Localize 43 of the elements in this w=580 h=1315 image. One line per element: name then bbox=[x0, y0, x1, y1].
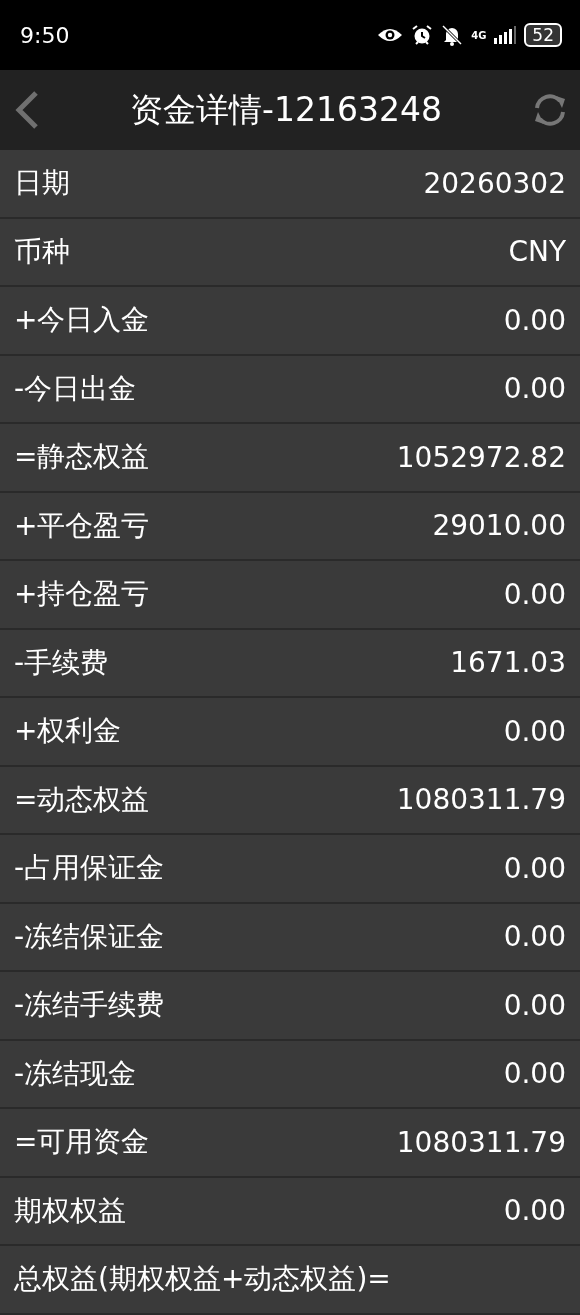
row-value: 29010.00 bbox=[432, 509, 566, 543]
row-label: 币种 bbox=[14, 233, 70, 270]
row-value: 1080311.79 bbox=[396, 1125, 566, 1159]
refresh-icon[interactable] bbox=[532, 92, 568, 128]
back-icon[interactable] bbox=[14, 90, 40, 130]
row-label: -占用保证金 bbox=[14, 850, 165, 887]
row-label: =可用资金 bbox=[14, 1124, 150, 1161]
row-value: 1671.03 bbox=[450, 646, 566, 680]
row-value: 0.00 bbox=[503, 988, 566, 1022]
row-label: -冻结现金 bbox=[14, 1055, 137, 1092]
signal-icon bbox=[494, 26, 517, 44]
row-value: 0.00 bbox=[503, 1194, 566, 1228]
row-label: -冻结保证金 bbox=[14, 918, 165, 955]
row-value: CNY bbox=[508, 235, 566, 269]
row-value: 0.00 bbox=[503, 372, 566, 406]
row-label: -今日出金 bbox=[14, 370, 137, 407]
row-value: 0.00 bbox=[503, 714, 566, 748]
row-value: 0.00 bbox=[503, 1057, 566, 1091]
row-label: +持仓盈亏 bbox=[14, 576, 150, 613]
row-value: 1052972.82 bbox=[396, 440, 566, 474]
row-value: 0.00 bbox=[503, 851, 566, 885]
row-label: =静态权益 bbox=[14, 439, 150, 476]
row-value: 20260302 bbox=[423, 166, 566, 200]
row-value: 0.00 bbox=[503, 577, 566, 611]
eye-icon bbox=[377, 27, 404, 43]
row-label: +今日入金 bbox=[14, 302, 150, 339]
row-label: 日期 bbox=[14, 165, 70, 202]
alarm-icon bbox=[411, 24, 434, 46]
row-label: 期权权益 bbox=[14, 1192, 126, 1229]
page-title: 资金详情-12163248 bbox=[130, 88, 442, 131]
row-value: 0.00 bbox=[503, 303, 566, 337]
row-label: -冻结手续费 bbox=[14, 987, 165, 1024]
muted-bell-icon bbox=[441, 24, 464, 46]
row-label: 总权益(期权权益+动态权益)= bbox=[14, 1261, 391, 1298]
row-value: 1080311.79 bbox=[396, 783, 566, 817]
row-label: -手续费 bbox=[14, 644, 109, 681]
network-label: 4G bbox=[471, 29, 487, 41]
row-value: 0.00 bbox=[503, 920, 566, 954]
status-time: 9:50 bbox=[20, 22, 70, 48]
row-label: =动态权益 bbox=[14, 781, 150, 818]
battery-level: 52 bbox=[524, 23, 562, 47]
row-label: +平仓盈亏 bbox=[14, 507, 150, 544]
row-label: +权利金 bbox=[14, 713, 122, 750]
